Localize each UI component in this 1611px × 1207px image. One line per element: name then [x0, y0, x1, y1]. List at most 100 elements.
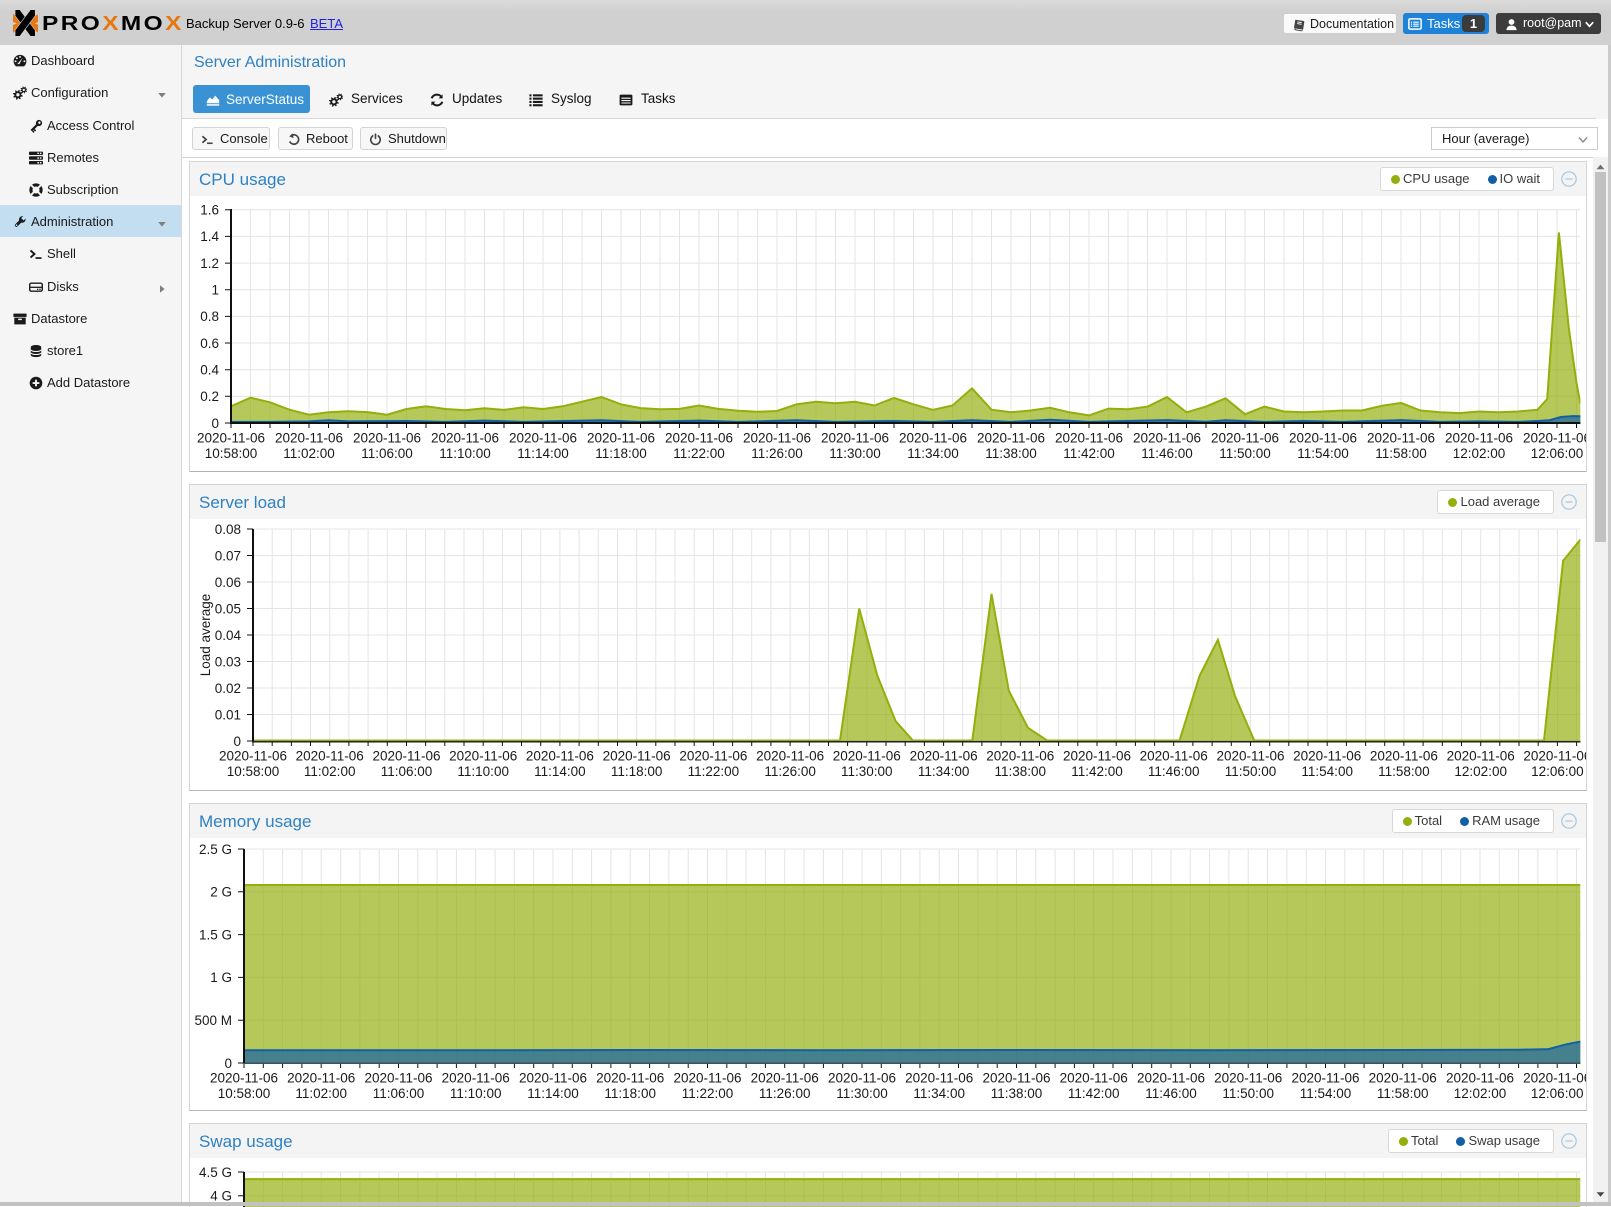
svg-text:12:06:00: 12:06:00 [1531, 764, 1584, 779]
svg-text:11:46:00: 11:46:00 [1145, 1086, 1197, 1101]
svg-text:2020-11-06: 2020-11-06 [743, 431, 811, 446]
svg-text:1.5 G: 1.5 G [199, 927, 232, 942]
svg-text:2020-11-06: 2020-11-06 [1133, 431, 1201, 446]
svg-text:0.02: 0.02 [215, 681, 241, 696]
svg-text:11:26:00: 11:26:00 [751, 446, 803, 461]
svg-text:2020-11-06: 2020-11-06 [219, 749, 287, 764]
svg-text:11:30:00: 11:30:00 [841, 764, 893, 779]
svg-text:1.4: 1.4 [200, 229, 219, 244]
svg-text:12:02:00: 12:02:00 [1454, 764, 1507, 779]
svg-text:2020-11-06: 2020-11-06 [197, 431, 265, 446]
svg-text:11:22:00: 11:22:00 [673, 446, 725, 461]
svg-text:2020-11-06: 2020-11-06 [1370, 749, 1438, 764]
svg-text:11:02:00: 11:02:00 [283, 446, 335, 461]
svg-text:11:58:00: 11:58:00 [1378, 764, 1430, 779]
svg-text:11:18:00: 11:18:00 [604, 1086, 656, 1101]
svg-text:2020-11-06: 2020-11-06 [519, 1071, 587, 1086]
svg-text:11:58:00: 11:58:00 [1375, 446, 1427, 461]
svg-text:2020-11-06: 2020-11-06 [364, 1071, 432, 1086]
svg-text:2020-11-06: 2020-11-06 [442, 1071, 510, 1086]
svg-text:2020-11-06: 2020-11-06 [828, 1071, 896, 1086]
svg-text:0.6: 0.6 [200, 336, 219, 351]
svg-text:11:22:00: 11:22:00 [682, 1086, 734, 1101]
svg-text:11:34:00: 11:34:00 [913, 1086, 965, 1101]
svg-text:2020-11-06: 2020-11-06 [287, 1071, 355, 1086]
svg-text:0.4: 0.4 [200, 363, 219, 378]
svg-text:2020-11-06: 2020-11-06 [1523, 431, 1586, 446]
svg-text:11:10:00: 11:10:00 [450, 1086, 502, 1101]
svg-text:11:50:00: 11:50:00 [1222, 1086, 1274, 1101]
svg-text:0: 0 [224, 1056, 232, 1071]
svg-text:0.06: 0.06 [215, 575, 241, 590]
svg-text:0.05: 0.05 [215, 601, 241, 616]
svg-text:10:58:00: 10:58:00 [205, 446, 258, 461]
svg-text:2020-11-06: 2020-11-06 [353, 431, 421, 446]
svg-text:11:26:00: 11:26:00 [759, 1086, 811, 1101]
svg-text:12:06:00: 12:06:00 [1531, 446, 1584, 461]
svg-text:2020-11-06: 2020-11-06 [1445, 431, 1513, 446]
svg-text:2020-11-06: 2020-11-06 [587, 431, 655, 446]
svg-text:2020-11-06: 2020-11-06 [665, 431, 733, 446]
svg-text:2020-11-06: 2020-11-06 [833, 749, 901, 764]
svg-text:2 G: 2 G [210, 885, 232, 900]
svg-text:1 G: 1 G [210, 970, 232, 985]
svg-text:0.07: 0.07 [215, 548, 241, 563]
svg-text:11:50:00: 11:50:00 [1219, 446, 1271, 461]
svg-text:11:54:00: 11:54:00 [1301, 764, 1353, 779]
svg-text:2020-11-06: 2020-11-06 [1447, 749, 1515, 764]
svg-text:2020-11-06: 2020-11-06 [905, 1071, 973, 1086]
svg-text:11:34:00: 11:34:00 [907, 446, 959, 461]
svg-text:0.8: 0.8 [200, 309, 219, 324]
svg-text:2020-11-06: 2020-11-06 [1055, 431, 1123, 446]
svg-text:11:38:00: 11:38:00 [985, 446, 1037, 461]
svg-text:2020-11-06: 2020-11-06 [977, 431, 1045, 446]
svg-text:2020-11-06: 2020-11-06 [1216, 749, 1284, 764]
svg-text:2020-11-06: 2020-11-06 [1293, 749, 1361, 764]
svg-text:2020-11-06: 2020-11-06 [372, 749, 440, 764]
svg-text:2020-11-06: 2020-11-06 [1137, 1071, 1205, 1086]
svg-text:2020-11-06: 2020-11-06 [509, 431, 577, 446]
svg-text:11:18:00: 11:18:00 [595, 446, 647, 461]
svg-text:2020-11-06: 2020-11-06 [210, 1071, 278, 1086]
svg-text:1.2: 1.2 [200, 256, 219, 271]
svg-text:11:54:00: 11:54:00 [1300, 1086, 1352, 1101]
svg-text:11:06:00: 11:06:00 [381, 764, 433, 779]
svg-text:2020-11-06: 2020-11-06 [1063, 749, 1131, 764]
svg-text:2020-11-06: 2020-11-06 [1291, 1071, 1359, 1086]
svg-text:2020-11-06: 2020-11-06 [449, 749, 517, 764]
svg-text:11:18:00: 11:18:00 [611, 764, 663, 779]
svg-text:4.5 G: 4.5 G [199, 1165, 232, 1180]
svg-text:11:02:00: 11:02:00 [304, 764, 356, 779]
svg-text:2020-11-06: 2020-11-06 [751, 1071, 819, 1086]
svg-text:2020-11-06: 2020-11-06 [1523, 749, 1586, 764]
svg-text:11:26:00: 11:26:00 [764, 764, 816, 779]
svg-text:10:58:00: 10:58:00 [218, 1086, 271, 1101]
svg-text:11:34:00: 11:34:00 [918, 764, 970, 779]
svg-text:500 M: 500 M [194, 1013, 232, 1028]
svg-text:2020-11-06: 2020-11-06 [673, 1071, 741, 1086]
svg-text:11:14:00: 11:14:00 [517, 446, 569, 461]
svg-text:11:46:00: 11:46:00 [1148, 764, 1200, 779]
svg-text:2020-11-06: 2020-11-06 [1446, 1071, 1514, 1086]
svg-text:2020-11-06: 2020-11-06 [1060, 1071, 1128, 1086]
svg-text:2020-11-06: 2020-11-06 [756, 749, 824, 764]
svg-text:0.04: 0.04 [215, 628, 242, 643]
svg-text:0: 0 [233, 734, 241, 749]
svg-text:11:54:00: 11:54:00 [1297, 446, 1349, 461]
svg-text:11:42:00: 11:42:00 [1068, 1086, 1120, 1101]
svg-text:0: 0 [211, 416, 219, 431]
svg-text:12:06:00: 12:06:00 [1531, 1086, 1584, 1101]
svg-text:2020-11-06: 2020-11-06 [1369, 1071, 1437, 1086]
svg-text:2.5 G: 2.5 G [199, 842, 232, 857]
svg-text:11:50:00: 11:50:00 [1225, 764, 1277, 779]
svg-text:2020-11-06: 2020-11-06 [910, 749, 978, 764]
svg-text:2020-11-06: 2020-11-06 [1367, 431, 1435, 446]
svg-text:11:02:00: 11:02:00 [295, 1086, 347, 1101]
svg-text:2020-11-06: 2020-11-06 [1523, 1071, 1586, 1086]
svg-text:11:46:00: 11:46:00 [1141, 446, 1193, 461]
svg-text:2020-11-06: 2020-11-06 [596, 1071, 664, 1086]
svg-text:12:02:00: 12:02:00 [1453, 446, 1506, 461]
svg-text:2020-11-06: 2020-11-06 [986, 749, 1054, 764]
svg-text:1.6: 1.6 [200, 203, 219, 218]
svg-text:0.08: 0.08 [215, 522, 241, 537]
